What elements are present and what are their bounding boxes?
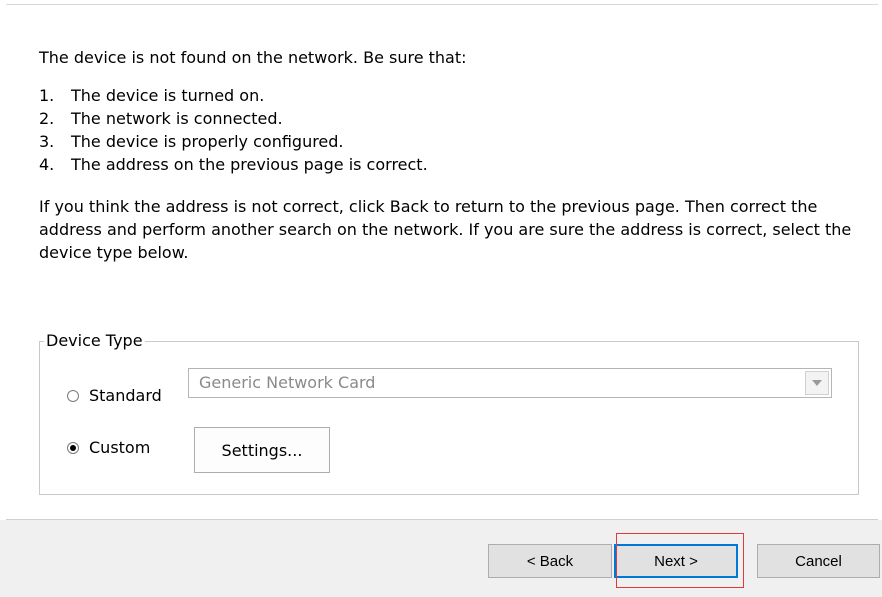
device-type-group: Device Type Standard Generic Network Car… — [39, 331, 859, 495]
settings-button[interactable]: Settings... — [194, 427, 330, 473]
custom-label: Custom — [89, 438, 151, 457]
top-divider — [6, 4, 878, 5]
next-button[interactable]: Next > — [614, 544, 738, 578]
checklist: 1. The device is turned on. 2. The network… — [39, 84, 869, 176]
dropdown-button — [805, 371, 829, 395]
wizard-footer: < Back Next > Cancel — [0, 520, 882, 597]
list-item: 4. The address on the previous page is co… — [39, 153, 869, 176]
standard-radio-option[interactable]: Standard — [67, 386, 162, 405]
standard-radio[interactable] — [67, 389, 79, 402]
list-item-text: The network is connected. — [71, 109, 283, 128]
list-item: 1. The device is turned on. — [39, 84, 869, 107]
list-item-number: 3. — [39, 132, 55, 151]
list-item-number: 4. — [39, 155, 55, 174]
list-item-text: The device is turned on. — [71, 86, 265, 105]
intro-text: The device is not found on the network. … — [39, 48, 467, 67]
device-type-select: Generic Network Card — [188, 368, 832, 398]
standard-label: Standard — [89, 386, 162, 405]
list-item: 3. The device is properly configured. — [39, 130, 869, 153]
list-item: 2. The network is connected. — [39, 107, 869, 130]
back-button[interactable]: < Back — [488, 544, 612, 578]
chevron-down-icon — [812, 380, 822, 386]
custom-radio[interactable] — [67, 441, 79, 454]
device-type-title: Device Type — [44, 331, 145, 351]
list-item-text: The address on the previous page is corr… — [71, 155, 428, 174]
list-item-text: The device is properly configured. — [71, 132, 344, 151]
list-item-number: 2. — [39, 109, 55, 128]
cancel-button[interactable]: Cancel — [757, 544, 880, 578]
list-item-number: 1. — [39, 86, 55, 105]
message-area: The device is not found on the network. … — [39, 46, 869, 264]
device-type-select-value: Generic Network Card — [199, 373, 376, 392]
help-text: If you think the address is not correct,… — [39, 197, 852, 262]
custom-radio-option[interactable]: Custom — [67, 438, 150, 457]
